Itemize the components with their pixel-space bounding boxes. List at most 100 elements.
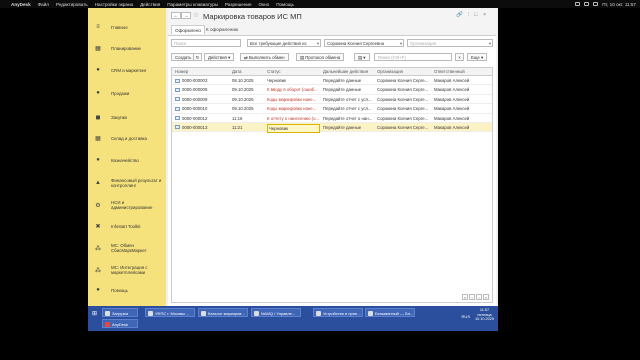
sidebar-item-label: Склад и доставка (111, 135, 147, 141)
wifi-icon[interactable] (575, 2, 581, 6)
col-number[interactable]: Номер (175, 68, 188, 76)
language-indicator[interactable]: RUS (462, 314, 470, 319)
taskbar-button[interactable]: Устройство и прин... (313, 308, 363, 317)
taskbar-button[interactable]: Безымянный — Бл... (365, 308, 415, 317)
col-date[interactable]: Дата (232, 68, 242, 76)
organization-select[interactable]: Организация ▾ (407, 39, 493, 47)
col-next-actions[interactable]: Дальнейшие действия (323, 68, 368, 76)
sidebar-item[interactable]: ⁂ МС: Интеграция с маркетплейсами (88, 263, 166, 277)
taskbar-button[interactable]: Каталог маркиров... (198, 308, 248, 317)
menu-app-name[interactable]: AnyDesk (11, 2, 31, 7)
sidebar-item-label: МС: Обмен СбисМаркМаркет (111, 243, 147, 253)
row-next-action: Передайте отчет о нан... (323, 115, 373, 121)
document-icon: ▤ (300, 55, 305, 60)
sidebar-item[interactable]: ● Продажи (88, 86, 166, 100)
responsible-select[interactable]: Сорокина Ксения Сергеевна ▾ (324, 39, 404, 47)
sidebar-item[interactable]: ✖ Infostart Toolkit (88, 219, 166, 233)
forward-button[interactable]: → (181, 12, 191, 19)
taskbar-button-label: AnyDesk (112, 322, 129, 327)
exchange-log-button[interactable]: ▤ Протокол обмена (296, 53, 345, 61)
create-button[interactable]: Создать (171, 53, 196, 61)
finance-icon: ▲ (95, 180, 101, 186)
document-icon (175, 97, 180, 102)
menu-file[interactable]: Файл (38, 2, 49, 7)
menu-display-settings[interactable]: Настройки экрана (95, 2, 133, 7)
sidebar-item[interactable]: ● CRM и маркетинг (88, 63, 166, 77)
menu-permissions[interactable]: Разрешение (225, 2, 252, 7)
favorite-star-icon[interactable]: ☆ (193, 11, 199, 19)
sidebar-item[interactable]: ▦ Планирование (88, 41, 166, 55)
row-number-text: 0000-000009 (182, 96, 208, 102)
sidebar-item[interactable]: ● Помощь (88, 283, 166, 297)
taskbar-button[interactable]: NAMQ / Управле... (251, 308, 301, 317)
action-filter-select[interactable]: Все требующие действия ис ▾ (247, 39, 321, 47)
actions-button[interactable]: Действия ▾ (204, 53, 235, 61)
link-icon[interactable]: 🔗 (456, 12, 463, 18)
row-number: 0000-000010 (175, 104, 229, 113)
sidebar-item[interactable]: ⁂ МС: Обмен СбисМаркМаркет (88, 241, 166, 255)
maximize-icon[interactable]: □ (474, 12, 477, 18)
menu-help[interactable]: Помощь (276, 2, 294, 7)
table-body: 0000-000003 08.10.2025 Черновик Передайте д… (172, 76, 492, 133)
run-exchange-button[interactable]: ⇄ Выполнить обмен (240, 53, 289, 61)
run-exchange-label: Выполнить обмен (248, 55, 285, 60)
sidebar-item-label: Финансовый результат и контроллинг (111, 178, 162, 188)
sidebar-item[interactable]: ▦ Склад и доставка (88, 131, 166, 145)
pager-button[interactable]: › (476, 294, 482, 300)
sidebar-item-label: Infostart Toolkit (111, 223, 141, 229)
table-header: Номер Дата Статус Дальнейшие действия Ор… (172, 68, 492, 76)
pager-button[interactable]: ‹ (469, 294, 475, 300)
table-row[interactable]: 0000-000003 08.10.2025 Черновик Передайте д… (172, 76, 492, 86)
row-responsible: Макаров Алексей (434, 87, 470, 93)
menu-edit[interactable]: Редактировать (56, 2, 88, 7)
clear-search-icon[interactable]: × (455, 53, 464, 61)
refresh-icon[interactable]: ↻ (193, 53, 202, 61)
row-next-action: Передайте отчет с усл... (323, 96, 372, 102)
tab-issued[interactable]: Оформлено (171, 25, 205, 34)
sidebar-item[interactable]: ● Казначейство (88, 153, 166, 167)
menu-actions[interactable]: Действия (140, 2, 160, 7)
start-icon[interactable]: ⊞ (90, 310, 99, 318)
report-menu-button[interactable]: ▤ ▾ (354, 53, 370, 61)
taskbar-clock[interactable]: 11:57 пятница 10.10.2025 (475, 308, 494, 322)
menu-keyboard[interactable]: Параметры клавиатуры (167, 2, 218, 7)
search-icon[interactable] (593, 2, 599, 6)
row-number: 0000-000009 (175, 95, 229, 104)
taskbar-button[interactable]: УФПС г. Москвы ... (145, 308, 195, 317)
sidebar-item-label: Помощь (111, 287, 128, 293)
more-icon[interactable]: ⋮ (466, 12, 472, 18)
pager-button[interactable]: » (483, 294, 489, 300)
pager: «‹ ›» (462, 294, 489, 300)
mac-clock[interactable]: Пт, 10 окт. 11:57 (602, 2, 636, 7)
pager-button[interactable]: « (462, 294, 468, 300)
row-number: 0000-000012 (175, 114, 229, 123)
row-number-text: 0000-000008 (182, 87, 208, 93)
row-status: Черновик (267, 78, 286, 83)
table-row[interactable]: 0000-000008 09.10.2025 К вводу в оборот (о… (172, 85, 492, 95)
col-organization[interactable]: Организация (377, 68, 403, 76)
table-row[interactable]: 0000-000009 09.10.2025 Коды маркировки нан… (172, 95, 492, 105)
sidebar-item[interactable]: ▲ Финансовый результат и контроллинг (88, 176, 166, 190)
row-number-text: 0000-000013 (182, 124, 208, 130)
col-status[interactable]: Статус (267, 68, 281, 76)
col-responsible[interactable]: Ответственный (434, 68, 465, 76)
tab-to-issue[interactable]: К оформлению (203, 25, 241, 34)
list-search-input[interactable]: Поиск (Ctrl+F) (374, 53, 452, 61)
back-button[interactable]: ← (171, 12, 181, 19)
more-button[interactable]: Еще ▾ (467, 53, 488, 61)
table-row[interactable]: 0000-000012 11:16 К отчету о нанесению (о.… (172, 114, 492, 123)
remote-desktop-screen: ≡ Главное ▦ Планирование ● CRM и маркетинг ● Пр… (88, 8, 498, 331)
search-input[interactable]: Поиск (171, 39, 241, 47)
battery-icon[interactable] (584, 2, 590, 6)
table-row[interactable]: 0000-000010 09.10.2025 Коды маркировки нан… (172, 104, 492, 114)
integration-icon: ⁂ (95, 267, 101, 274)
taskbar-button[interactable]: Загрузка (102, 308, 138, 317)
close-icon[interactable]: × (483, 12, 486, 18)
sidebar-item[interactable]: ⚙ НСИ и администрирование (88, 198, 166, 212)
sidebar-item[interactable]: ≡ Главное (88, 20, 166, 34)
menu-window[interactable]: Окно (259, 2, 270, 7)
sidebar-item[interactable]: ◼ Закупки (88, 110, 166, 124)
taskbar-button-anydesk[interactable]: AnyDesk (102, 319, 138, 328)
table-row[interactable]: 0000-000013 11:21 Черновик Передайте данные… (172, 122, 492, 133)
row-status: К отчету о нанесению (о... (267, 115, 320, 121)
